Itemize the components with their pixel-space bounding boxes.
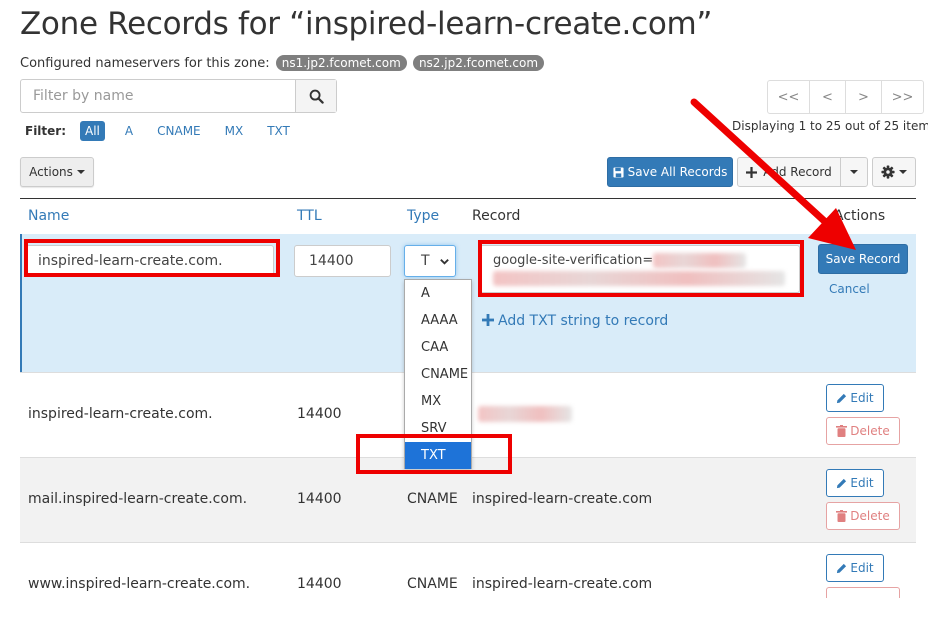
add-record-label: Add Record: [763, 165, 832, 179]
caret-down-icon: [850, 170, 858, 174]
type-option-mx[interactable]: MX: [405, 388, 471, 415]
annotation-highlight-record: [478, 240, 804, 297]
table-divider: [20, 198, 916, 199]
table-row: www.inspired-learn-create.com. 14400 CNA…: [20, 542, 916, 627]
row-type: CNAME: [407, 491, 458, 507]
row-record: inspired-learn-create.com: [472, 491, 653, 507]
plus-icon: [482, 314, 494, 326]
nameserver-badge-1: ns1.jp2.fcomet.com: [275, 55, 407, 71]
delete-button[interactable]: Delete: [826, 417, 900, 445]
filter-box: [20, 79, 337, 113]
row-ttl: 14400: [297, 406, 342, 422]
column-header-name[interactable]: Name: [28, 208, 69, 224]
row-name: www.inspired-learn-create.com.: [28, 576, 251, 592]
row-record: inspired-learn-create.com: [472, 576, 653, 592]
trash-icon: [836, 425, 848, 437]
settings-dropdown-button[interactable]: [872, 157, 916, 187]
caret-down-icon: [899, 170, 907, 174]
pager-first-button[interactable]: <<: [767, 80, 810, 114]
filter-chip-txt[interactable]: TXT: [262, 121, 295, 141]
column-header-actions: Actions: [834, 208, 886, 224]
add-txt-label: Add TXT string to record: [498, 313, 669, 329]
row-ttl: 14400: [297, 491, 342, 507]
annotation-highlight-txt: [356, 434, 512, 474]
filter-search-button[interactable]: [295, 80, 336, 112]
pager-prev-button[interactable]: <: [809, 80, 846, 114]
nameserver-badge-2: ns2.jp2.fcomet.com: [412, 55, 545, 71]
nameservers-line: Configured nameservers for this zone: ns…: [20, 55, 545, 71]
trash-icon: [836, 510, 848, 522]
add-txt-string-link[interactable]: Add TXT string to record: [482, 313, 668, 329]
row-ttl: 14400: [297, 576, 342, 592]
column-header-record: Record: [472, 208, 521, 224]
column-header-type[interactable]: Type: [407, 208, 439, 224]
floppy-disk-icon: [613, 166, 624, 178]
filter-bar: Filter: All A CNAME MX TXT: [25, 121, 309, 141]
row-name: inspired-learn-create.com.: [28, 406, 213, 422]
delete-button[interactable]: Delete: [826, 502, 900, 530]
filter-chip-cname[interactable]: CNAME: [152, 121, 206, 141]
filter-chip-all[interactable]: All: [80, 121, 105, 141]
add-record-button[interactable]: Add Record: [737, 157, 841, 187]
page-title: Zone Records for “inspired-learn-create.…: [20, 6, 713, 42]
pager-next-button[interactable]: >: [845, 80, 882, 114]
plus-icon: [746, 166, 758, 178]
search-icon: [309, 89, 324, 104]
redacted-value: 000.00.00.00: [478, 406, 572, 422]
chevron-down-icon: [440, 259, 449, 265]
row-type: CNAME: [407, 576, 458, 592]
record-type-value: T: [421, 253, 430, 269]
filter-chip-a[interactable]: A: [120, 121, 138, 141]
record-ttl-input[interactable]: 14400: [294, 245, 391, 277]
filter-by-name-input[interactable]: [21, 80, 297, 112]
column-header-ttl[interactable]: TTL: [297, 208, 322, 224]
display-count: Displaying 1 to 25 out of 25 items: [732, 119, 928, 133]
save-record-button[interactable]: Save Record: [818, 244, 908, 274]
record-type-select[interactable]: T: [404, 245, 456, 277]
edit-button[interactable]: Edit: [826, 469, 884, 497]
pencil-icon: [837, 478, 847, 488]
add-record-dropdown-toggle[interactable]: [840, 157, 868, 187]
edit-button[interactable]: Edit: [826, 554, 884, 582]
row-name: mail.inspired-learn-create.com.: [28, 491, 248, 507]
annotation-highlight-name: [24, 239, 280, 277]
delete-button[interactable]: [826, 587, 900, 598]
nameservers-label: Configured nameservers for this zone:: [20, 56, 270, 71]
edit-button[interactable]: Edit: [826, 384, 884, 412]
pencil-icon: [837, 393, 847, 403]
type-option-aaaa[interactable]: AAAA: [405, 307, 471, 334]
type-option-cname[interactable]: CNAME: [405, 361, 471, 388]
type-option-caa[interactable]: CAA: [405, 334, 471, 361]
save-all-label: Save All Records: [627, 165, 728, 179]
actions-label: Actions: [29, 165, 73, 179]
save-all-records-button[interactable]: Save All Records: [607, 157, 733, 187]
pager-last-button[interactable]: >>: [881, 80, 924, 114]
cancel-link[interactable]: Cancel: [829, 282, 870, 296]
actions-dropdown-button[interactable]: Actions: [20, 157, 94, 187]
filter-chip-mx[interactable]: MX: [220, 121, 249, 141]
gear-icon: [881, 165, 895, 179]
type-option-a[interactable]: A: [405, 280, 471, 307]
pencil-icon: [837, 563, 847, 573]
caret-down-icon: [76, 170, 85, 174]
filter-label: Filter:: [25, 124, 67, 138]
pagination: << < > >>: [767, 80, 924, 114]
